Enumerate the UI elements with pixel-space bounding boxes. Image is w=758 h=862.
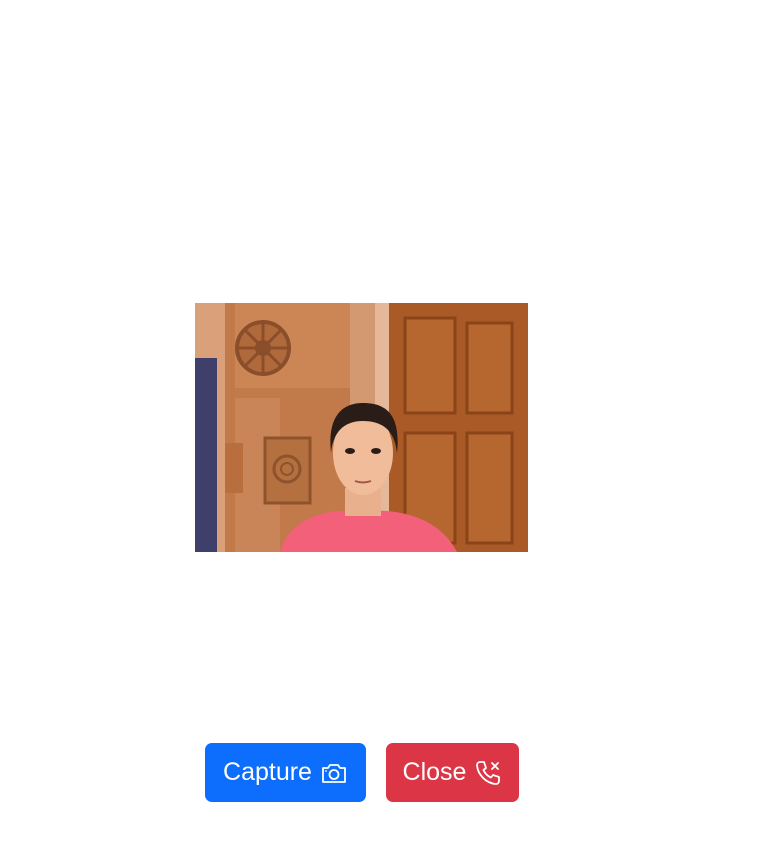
camera-capture-page: Capture Close bbox=[0, 0, 758, 862]
capture-button[interactable]: Capture bbox=[205, 743, 366, 802]
webcam-frame-image bbox=[195, 303, 528, 552]
close-button[interactable]: Close bbox=[386, 743, 519, 802]
capture-button-label: Capture bbox=[223, 758, 312, 786]
close-button-label: Close bbox=[402, 758, 467, 786]
webcam-video-feed bbox=[195, 303, 528, 552]
camera-icon bbox=[320, 759, 348, 787]
phone-x-icon bbox=[474, 759, 502, 787]
